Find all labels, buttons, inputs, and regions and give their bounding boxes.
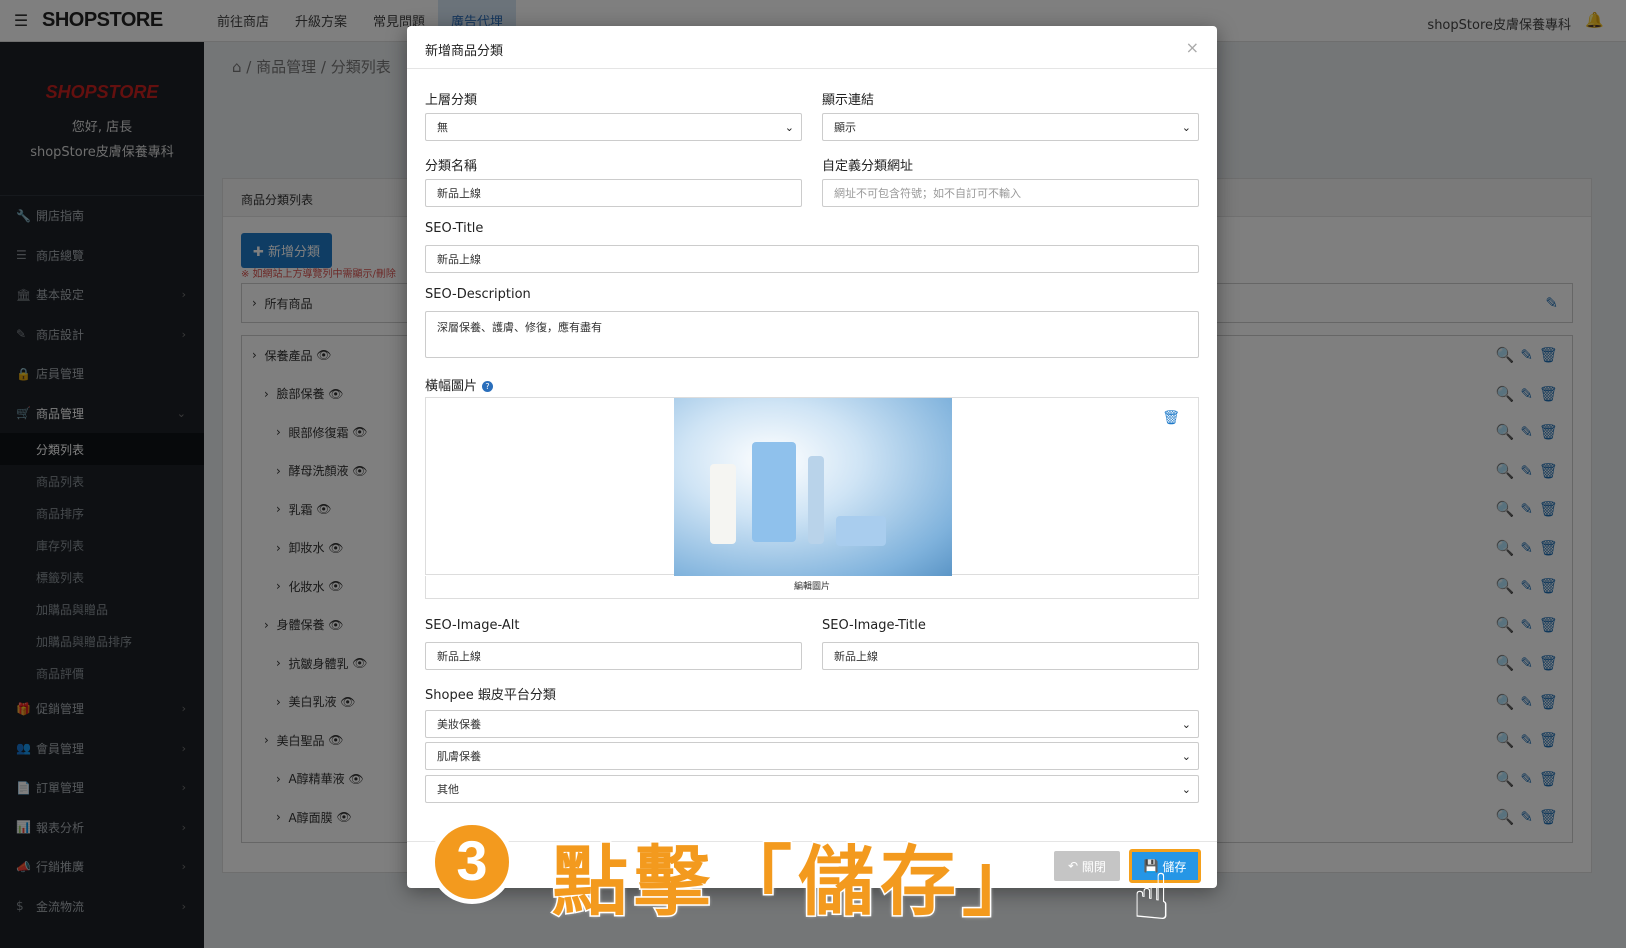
- shopee-category-label: Shopee 蝦皮平台分類: [425, 688, 556, 703]
- cream-tube-1: [710, 464, 736, 544]
- seo-title-label: SEO-Title: [425, 221, 484, 236]
- chevron-down-icon: ⌄: [784, 121, 794, 134]
- add-category-modal: 新增商品分類 × 上層分類 無 ⌄ 顯示連結 顯示 ⌄ 分類名稱 新品上線 自定義分…: [407, 26, 1217, 888]
- seo-image-alt-input[interactable]: 新品上線: [425, 642, 802, 670]
- banner-image-box: 🗑: [425, 397, 1199, 576]
- seo-title-input[interactable]: 新品上線: [425, 245, 1199, 273]
- chevron-down-icon: ⌄: [1181, 750, 1191, 763]
- undo-icon: ↶: [1068, 859, 1082, 873]
- banner-label-text: 橫幅圖片: [425, 379, 478, 394]
- shopee-category-value: 肌膚保養: [437, 750, 481, 763]
- close-icon[interactable]: ×: [1186, 38, 1199, 57]
- seo-description-textarea[interactable]: 深層保養、護膚、修復，應有盡有: [425, 311, 1199, 358]
- banner-image: [674, 398, 952, 576]
- close-button[interactable]: ↶ 關閉: [1054, 851, 1120, 881]
- banner-image-label: 橫幅圖片?: [425, 375, 494, 394]
- annotation-text: 點擊「儲存」: [551, 836, 1044, 928]
- modal-title: 新增商品分類: [425, 44, 504, 59]
- shopee-category-value: 美妝保養: [437, 718, 481, 731]
- custom-url-label: 自定義分類網址: [822, 159, 914, 174]
- serum-bottle: [808, 456, 824, 544]
- parent-category-label: 上層分類: [425, 93, 478, 108]
- chevron-down-icon: ⌄: [1181, 121, 1191, 134]
- custom-url-input[interactable]: 網址不可包含符號；如不自訂可不輸入: [822, 179, 1199, 207]
- seo-description-label: SEO-Description: [425, 287, 531, 302]
- category-name-label: 分類名稱: [425, 159, 478, 174]
- step-number-badge: 3: [430, 820, 514, 904]
- modal-header: 新增商品分類 ×: [407, 26, 1217, 69]
- cream-tube-2: [752, 442, 796, 542]
- parent-category-select[interactable]: 無 ⌄: [425, 113, 802, 141]
- display-link-label: 顯示連結: [822, 93, 875, 108]
- chevron-down-icon: ⌄: [1181, 783, 1191, 796]
- cream-jar: [836, 516, 886, 546]
- help-icon[interactable]: ?: [482, 381, 494, 392]
- shopee-category-select-3[interactable]: 其他 ⌄: [425, 775, 1199, 803]
- chevron-down-icon: ⌄: [1181, 718, 1191, 731]
- category-name-input[interactable]: 新品上線: [425, 179, 802, 207]
- parent-category-value: 無: [437, 121, 448, 134]
- pointer-hand-icon: ☝: [1132, 861, 1171, 935]
- display-link-select[interactable]: 顯示 ⌄: [822, 113, 1199, 141]
- seo-image-alt-label: SEO-Image-Alt: [425, 618, 520, 633]
- close-button-label: 關閉: [1081, 859, 1106, 874]
- trash-icon[interactable]: 🗑: [1162, 410, 1180, 426]
- shopee-category-select-2[interactable]: 肌膚保養 ⌄: [425, 742, 1199, 770]
- seo-image-title-label: SEO-Image-Title: [822, 618, 926, 633]
- shopee-category-select-1[interactable]: 美妝保養 ⌄: [425, 710, 1199, 738]
- display-link-value: 顯示: [834, 121, 856, 134]
- seo-image-title-input[interactable]: 新品上線: [822, 642, 1199, 670]
- shopee-category-value: 其他: [437, 783, 459, 796]
- edit-image-button[interactable]: 編輯圖片: [425, 576, 1199, 599]
